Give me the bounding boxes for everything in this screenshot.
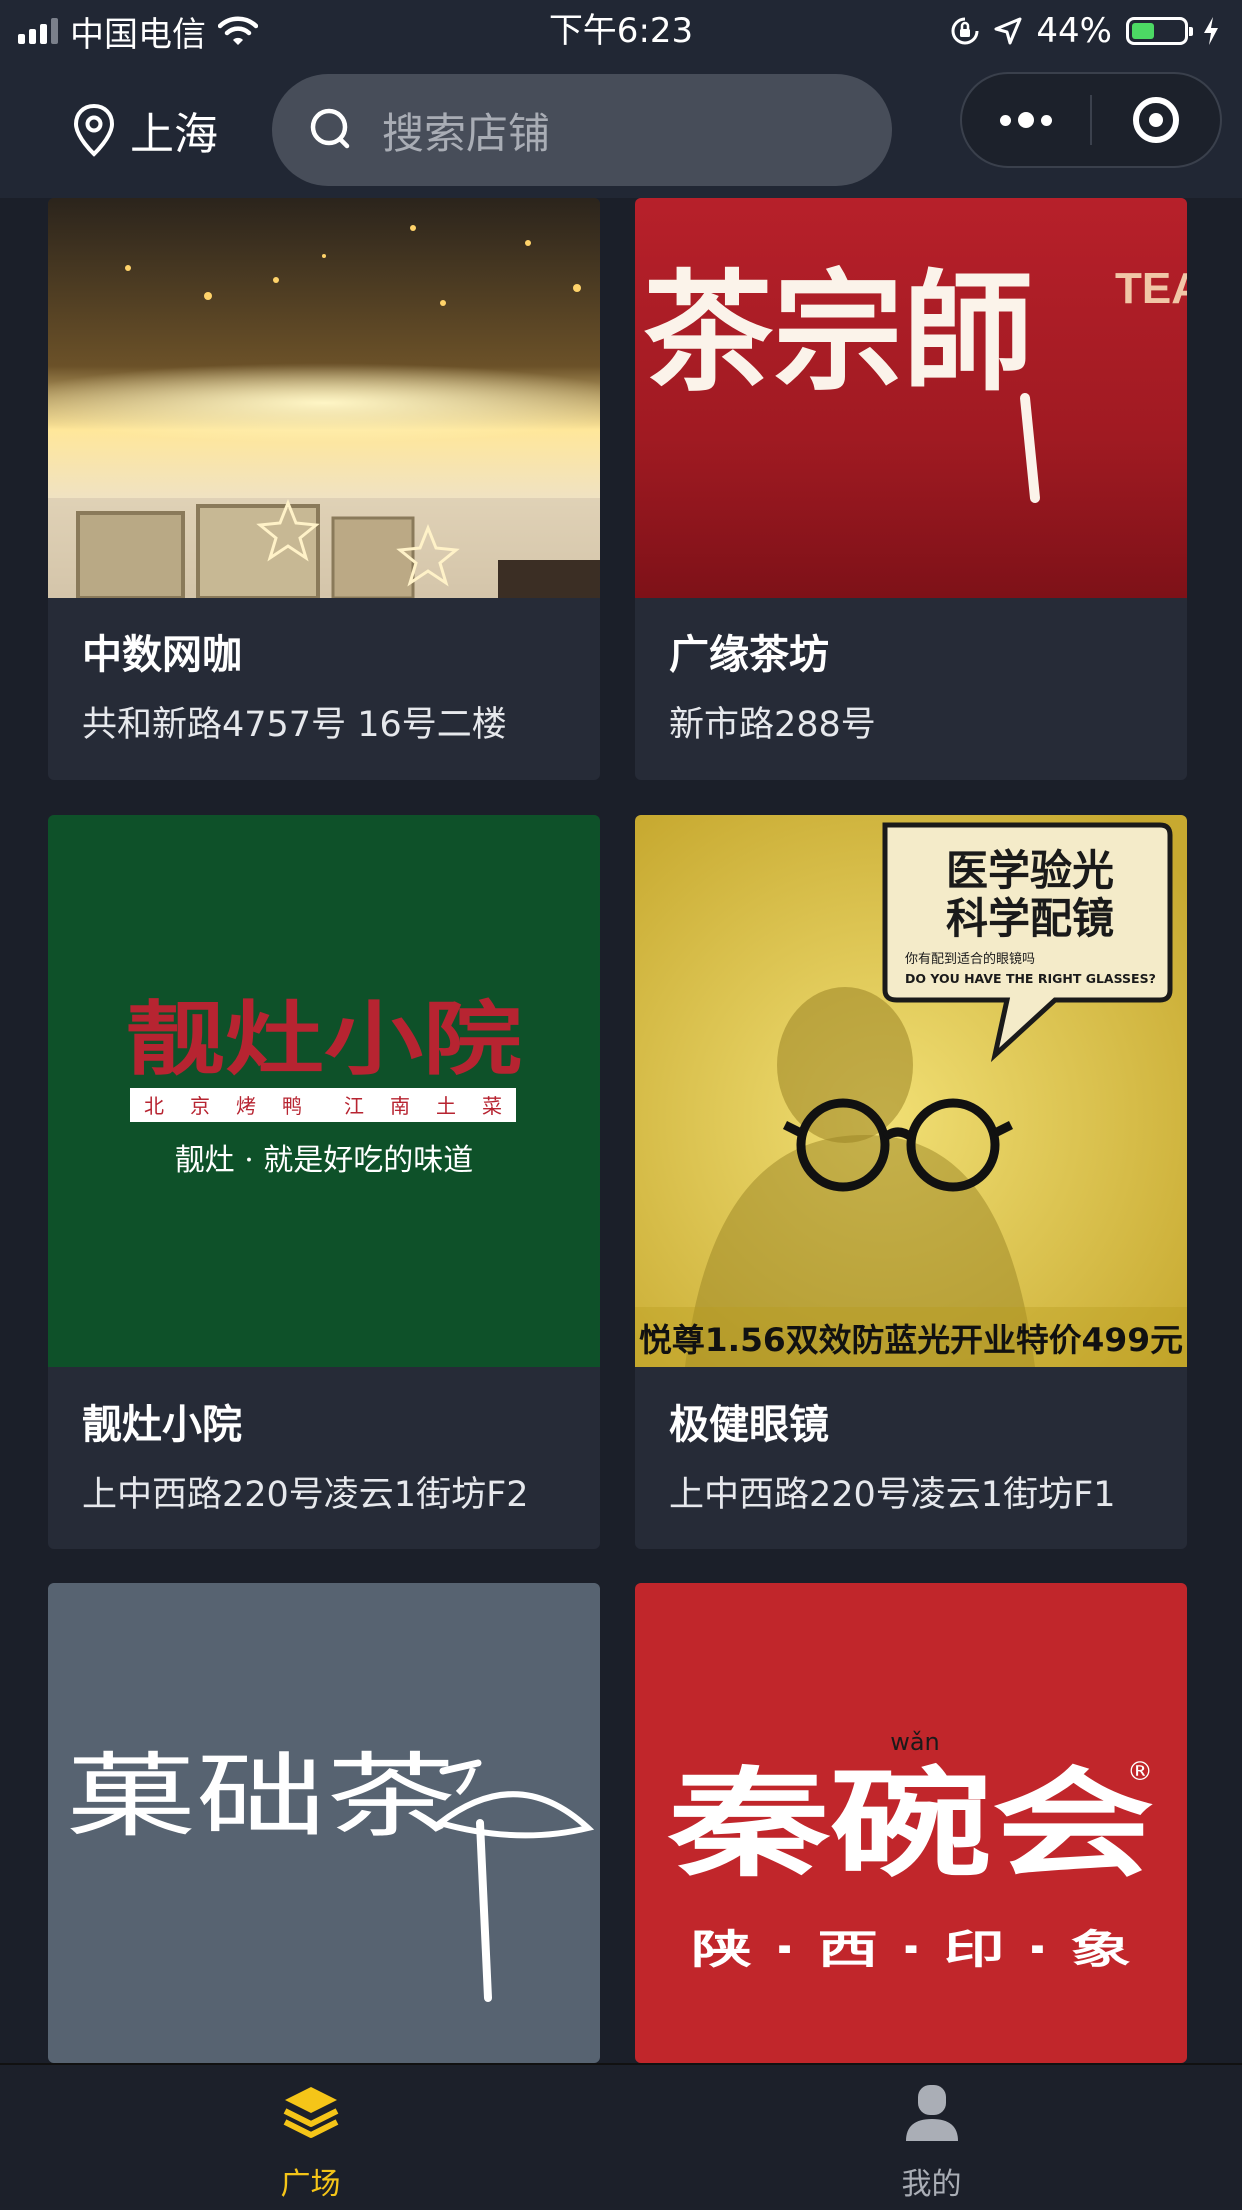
tab-label: 我的 [901, 2167, 962, 2202]
battery-icon [1126, 17, 1193, 45]
store-card[interactable]: 医学验光 科学配镜 你有配到适合的眼镜吗 DO YOU HAVE THE RIG… [635, 815, 1187, 1549]
brand-slogan: 靓灶 · 就是好吃的味道 [175, 1143, 474, 1178]
store-card[interactable]: 中数网咖 共和新路4757号 16号二楼 [48, 198, 600, 780]
store-image: wǎn 秦碗会 ® 陕 · 西 · 印 · 象 [635, 1583, 1187, 2063]
registered-mark: ® [1127, 1757, 1153, 1787]
store-name: 中数网咖 [82, 632, 242, 678]
store-image: 靓灶小院 北 京 烤 鸭 江 南 土 菜 靓灶 · 就是好吃的味道 [48, 815, 600, 1367]
close-target-icon [1133, 97, 1179, 143]
close-button[interactable] [1092, 74, 1220, 166]
city-label: 上海 [130, 109, 218, 160]
store-card[interactable]: 靓灶小院 北 京 烤 鸭 江 南 土 菜 靓灶 · 就是好吃的味道 靓灶小院 上… [48, 815, 600, 1549]
tag-text: 北 [144, 1094, 164, 1118]
poster-english-text: DO YOU HAVE THE RIGHT GLASSES? [905, 971, 1156, 986]
store-card[interactable]: wǎn 秦碗会 ® 陕 · 西 · 印 · 象 [635, 1583, 1187, 2063]
brand-logo-text: 茶宗師 [643, 256, 1033, 409]
rotation-lock-icon [951, 17, 979, 45]
store-name: 广缘茶坊 [669, 632, 829, 678]
store-name: 极健眼镜 [669, 1402, 829, 1448]
brand-pinyin: wǎn [890, 1728, 940, 1756]
battery-percent: 44% [1036, 11, 1112, 51]
status-bar: 中国电信 下午6:23 44% [0, 0, 1242, 62]
poster-headline: 医学验光 [946, 846, 1114, 895]
poster-headline: 科学配镜 [946, 894, 1114, 943]
layers-icon [283, 2087, 338, 2138]
bottom-tab-bar: 广场 我的 [0, 2063, 1242, 2210]
tag-text: 鸭 [282, 1094, 302, 1118]
city-selector[interactable]: 上海 [72, 98, 218, 162]
brand-side-text: TEA MA [1115, 264, 1187, 313]
brand-logo-text: 秦碗会 [667, 1754, 1154, 1893]
brand-logo-text: 菓础茶 [66, 1743, 456, 1850]
tag-text: 京 [190, 1094, 210, 1118]
store-name: 靓灶小院 [82, 1402, 242, 1448]
more-button[interactable] [962, 74, 1090, 166]
mini-program-capsule [960, 72, 1222, 168]
tab-mine[interactable]: 我的 [621, 2065, 1242, 2210]
store-image [48, 198, 600, 598]
tag-text: 南 [390, 1094, 410, 1118]
charging-bolt-icon [1204, 17, 1218, 45]
poster-banner: 悦尊1.56双效防蓝光开业特价499元 [639, 1321, 1183, 1359]
tab-label: 广场 [280, 2167, 341, 2202]
store-card[interactable]: 茶宗師 TEA MA 广缘茶坊 新市路288号 [635, 198, 1187, 780]
poster-small-text: 你有配到适合的眼镜吗 [905, 951, 1035, 967]
store-image: 医学验光 科学配镜 你有配到适合的眼镜吗 DO YOU HAVE THE RIG… [635, 815, 1187, 1367]
search-input[interactable]: 搜索店铺 [272, 74, 892, 186]
more-dots-icon [1000, 112, 1052, 128]
tag-text: 菜 [482, 1094, 502, 1118]
store-address: 上中西路220号凌云1街坊F2 [82, 1475, 529, 1515]
tag-text: 烤 [236, 1094, 256, 1118]
search-icon [310, 108, 350, 149]
store-image: 茶宗師 TEA MA [635, 198, 1187, 598]
user-icon [905, 2085, 958, 2141]
search-placeholder: 搜索店铺 [382, 108, 551, 158]
brand-tagline: 陕 · 西 · 印 · 象 [691, 1927, 1131, 1973]
nav-bar: 上海 搜索店铺 [0, 62, 1242, 198]
location-arrow-icon [994, 17, 1022, 45]
tab-plaza[interactable]: 广场 [0, 2065, 621, 2210]
store-image: 菓础茶 [48, 1583, 600, 2063]
tag-text: 江 [344, 1094, 364, 1118]
store-address: 新市路288号 [669, 705, 876, 745]
location-pin-icon [73, 103, 115, 157]
store-address: 上中西路220号凌云1街坊F1 [669, 1475, 1116, 1515]
store-card[interactable]: 菓础茶 [48, 1583, 600, 2063]
brand-logo-text: 靓灶小院 [126, 992, 522, 1086]
store-address: 共和新路4757号 16号二楼 [82, 705, 507, 745]
tag-text: 土 [436, 1094, 456, 1118]
